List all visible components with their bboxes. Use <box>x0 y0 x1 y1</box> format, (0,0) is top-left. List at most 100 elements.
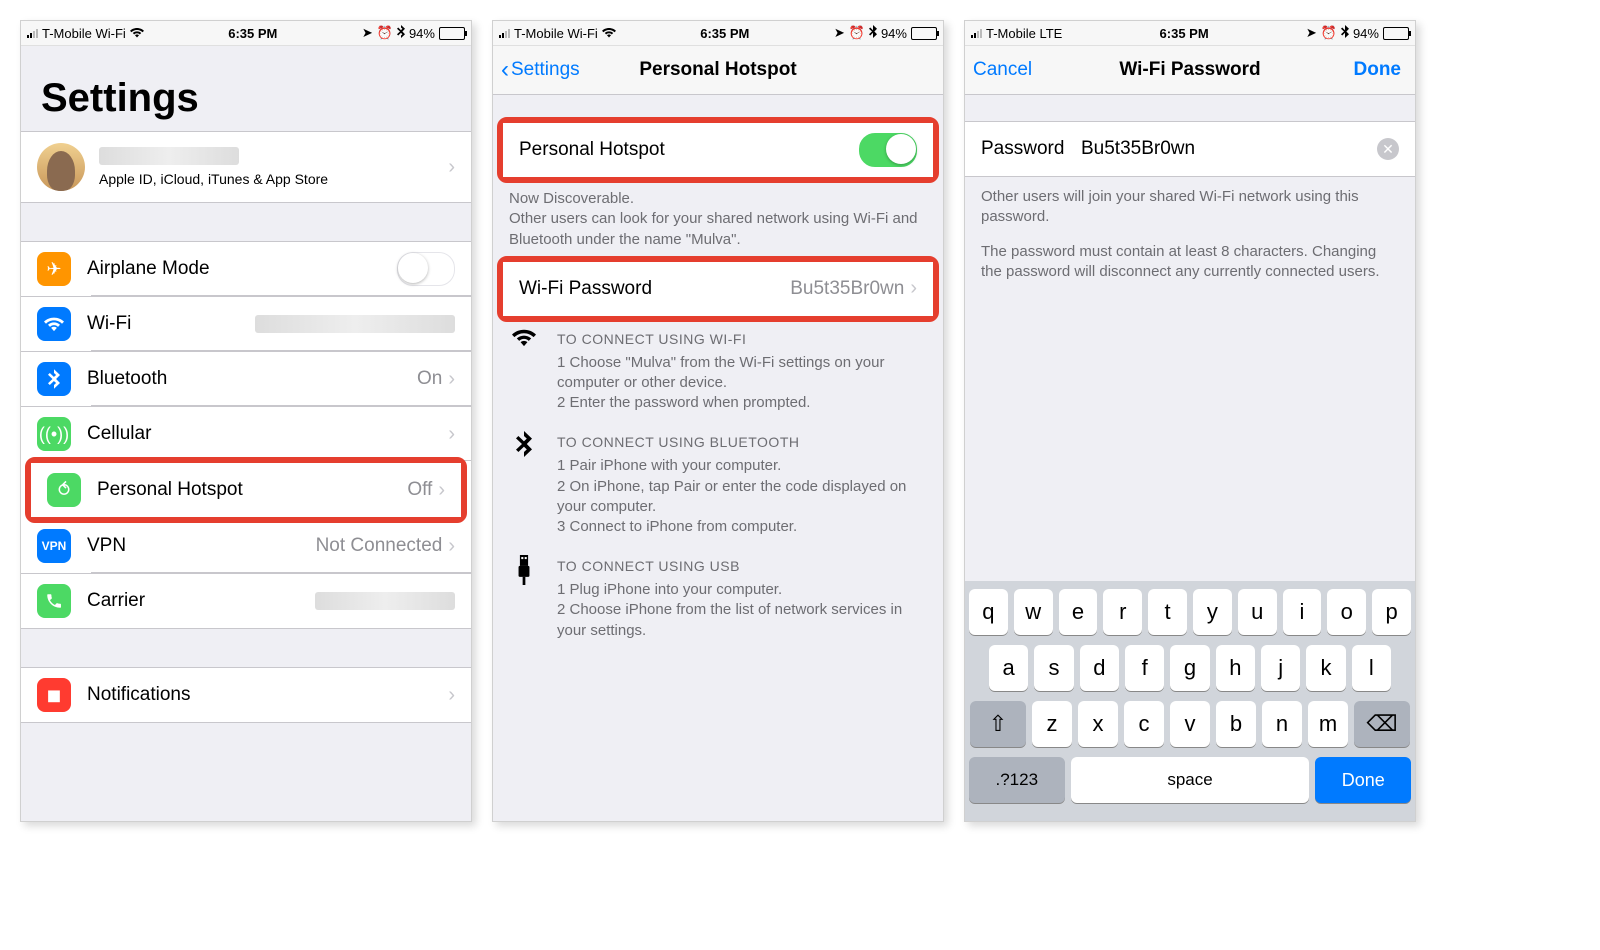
vpn-label: VPN <box>87 535 316 557</box>
key-s[interactable]: s <box>1034 645 1073 691</box>
carrier-row[interactable]: Carrier <box>21 573 471 628</box>
wifi-settings-icon <box>37 307 71 341</box>
key-e[interactable]: e <box>1059 589 1098 635</box>
carrier-label: Carrier <box>87 590 315 612</box>
key-a[interactable]: a <box>989 645 1028 691</box>
airplane-icon: ✈ <box>37 252 71 286</box>
clock: 6:35 PM <box>1160 26 1209 41</box>
clock: 6:35 PM <box>228 26 277 41</box>
key-l[interactable]: l <box>1352 645 1391 691</box>
key-p[interactable]: p <box>1372 589 1411 635</box>
profile-subtitle: Apple ID, iCloud, iTunes & App Store <box>99 171 448 187</box>
bt-instruct-3: 3 Connect to iPhone from computer. <box>557 517 927 537</box>
nav-title: Personal Hotspot <box>639 59 796 81</box>
chevron-left-icon: ‹ <box>501 58 509 82</box>
key-h[interactable]: h <box>1216 645 1255 691</box>
page-title: Settings <box>21 46 471 131</box>
status-bar: T-Mobile LTE 6:35 PM ➤ ⏰ 94% <box>965 21 1415 46</box>
profile-row[interactable]: Apple ID, iCloud, iTunes & App Store › <box>21 132 471 202</box>
airplane-label: Airplane Mode <box>87 258 397 280</box>
cellular-row[interactable]: ((•)) Cellular › <box>21 406 471 461</box>
key-f[interactable]: f <box>1125 645 1164 691</box>
hotspot-toggle[interactable] <box>859 133 917 167</box>
battery-pct: 94% <box>881 26 907 41</box>
bt-instruct-1: 1 Pair iPhone with your computer. <box>557 456 927 476</box>
bluetooth-row[interactable]: Bluetooth On › <box>21 351 471 406</box>
highlight-wifi-password: Wi-Fi Password Bu5t35Br0wn › <box>497 256 939 322</box>
connectivity-group: ✈ Airplane Mode Wi-Fi Bluetooth On › ((•… <box>21 241 471 629</box>
bluetooth-icon <box>1341 25 1349 41</box>
wifi-icon <box>509 324 539 414</box>
nav-title: Wi-Fi Password <box>1119 59 1260 81</box>
done-button[interactable]: Done <box>1354 59 1402 81</box>
key-g[interactable]: g <box>1170 645 1209 691</box>
battery-pct: 94% <box>409 26 435 41</box>
wifi-icon <box>130 26 144 41</box>
chevron-right-icon: › <box>448 423 455 446</box>
location-icon: ➤ <box>362 25 373 41</box>
bluetooth-label: Bluetooth <box>87 368 417 390</box>
carrier-icon <box>37 584 71 618</box>
alarm-icon: ⏰ <box>377 25 393 41</box>
key-n[interactable]: n <box>1262 701 1302 747</box>
bt-instruct-head: TO CONNECT USING BLUETOOTH <box>557 427 927 456</box>
key-o[interactable]: o <box>1327 589 1366 635</box>
nav-bar: ‹ Settings Personal Hotspot <box>493 46 943 95</box>
cellular-icon: ((•)) <box>37 417 71 451</box>
carrier-label: T-Mobile Wi-Fi <box>42 26 126 41</box>
key-j[interactable]: j <box>1261 645 1300 691</box>
password-field-value[interactable]: Bu5t35Br0wn <box>1081 138 1377 160</box>
key-x[interactable]: x <box>1078 701 1118 747</box>
key-v[interactable]: v <box>1170 701 1210 747</box>
cancel-button[interactable]: Cancel <box>973 59 1032 81</box>
wifi-label: Wi-Fi <box>87 313 255 335</box>
done-label: Done <box>1354 59 1402 80</box>
password-help-2: The password must contain at least 8 cha… <box>965 238 1415 293</box>
back-button[interactable]: ‹ Settings <box>501 58 580 82</box>
key-q[interactable]: q <box>969 589 1008 635</box>
keyboard-row-3: ⇧ z x c v b n m ⌫ <box>969 701 1411 747</box>
clear-icon[interactable]: ✕ <box>1377 138 1399 160</box>
screen-settings-root: T-Mobile Wi-Fi 6:35 PM ➤ ⏰ 94% Settings … <box>20 20 472 822</box>
key-b[interactable]: b <box>1216 701 1256 747</box>
bluetooth-icon <box>869 25 877 41</box>
location-icon: ➤ <box>1306 25 1317 41</box>
status-bar: T-Mobile Wi-Fi 6:35 PM ➤ ⏰ 94% <box>493 21 943 46</box>
key-u[interactable]: u <box>1238 589 1277 635</box>
key-w[interactable]: w <box>1014 589 1053 635</box>
key-z[interactable]: z <box>1032 701 1072 747</box>
notifications-row[interactable]: ◼ Notifications › <box>21 668 471 722</box>
key-t[interactable]: t <box>1148 589 1187 635</box>
wifi-password-row[interactable]: Wi-Fi Password Bu5t35Br0wn › <box>503 262 933 316</box>
key-m[interactable]: m <box>1308 701 1348 747</box>
key-r[interactable]: r <box>1103 589 1142 635</box>
key-shift[interactable]: ⇧ <box>970 701 1026 747</box>
key-space[interactable]: space <box>1071 757 1310 803</box>
keyboard-row-4: .?123 space Done <box>969 757 1411 803</box>
keyboard-row-1: q w e r t y u i o p <box>969 589 1411 635</box>
airplane-row[interactable]: ✈ Airplane Mode <box>21 242 471 296</box>
airplane-toggle[interactable] <box>397 252 455 286</box>
bluetooth-icon <box>509 427 539 537</box>
key-i[interactable]: i <box>1283 589 1322 635</box>
key-c[interactable]: c <box>1124 701 1164 747</box>
usb-instruct-1: 1 Plug iPhone into your computer. <box>557 580 927 600</box>
key-symbols[interactable]: .?123 <box>969 757 1065 803</box>
wifi-row[interactable]: Wi-Fi <box>21 296 471 351</box>
key-done[interactable]: Done <box>1315 757 1411 803</box>
vpn-row[interactable]: VPN VPN Not Connected › <box>21 519 471 573</box>
key-y[interactable]: y <box>1193 589 1232 635</box>
key-k[interactable]: k <box>1306 645 1345 691</box>
signal-icon <box>971 28 982 38</box>
hotspot-toggle-row[interactable]: Personal Hotspot <box>503 123 933 177</box>
highlight-hotspot: ⥀ Personal Hotspot Off › <box>25 457 467 523</box>
password-row[interactable]: Password Bu5t35Br0wn ✕ <box>965 122 1415 176</box>
vpn-value: Not Connected <box>316 535 449 557</box>
wifi-instruct-2: 2 Enter the password when prompted. <box>557 393 927 413</box>
key-delete[interactable]: ⌫ <box>1354 701 1410 747</box>
hotspot-row[interactable]: ⥀ Personal Hotspot Off › <box>31 463 461 517</box>
wifi-instruct-1: 1 Choose "Mulva" from the Wi-Fi settings… <box>557 353 927 394</box>
wifi-instructions: TO CONNECT USING WI-FI 1 Choose "Mulva" … <box>493 318 943 422</box>
key-d[interactable]: d <box>1080 645 1119 691</box>
hotspot-toggle-label: Personal Hotspot <box>519 139 859 161</box>
